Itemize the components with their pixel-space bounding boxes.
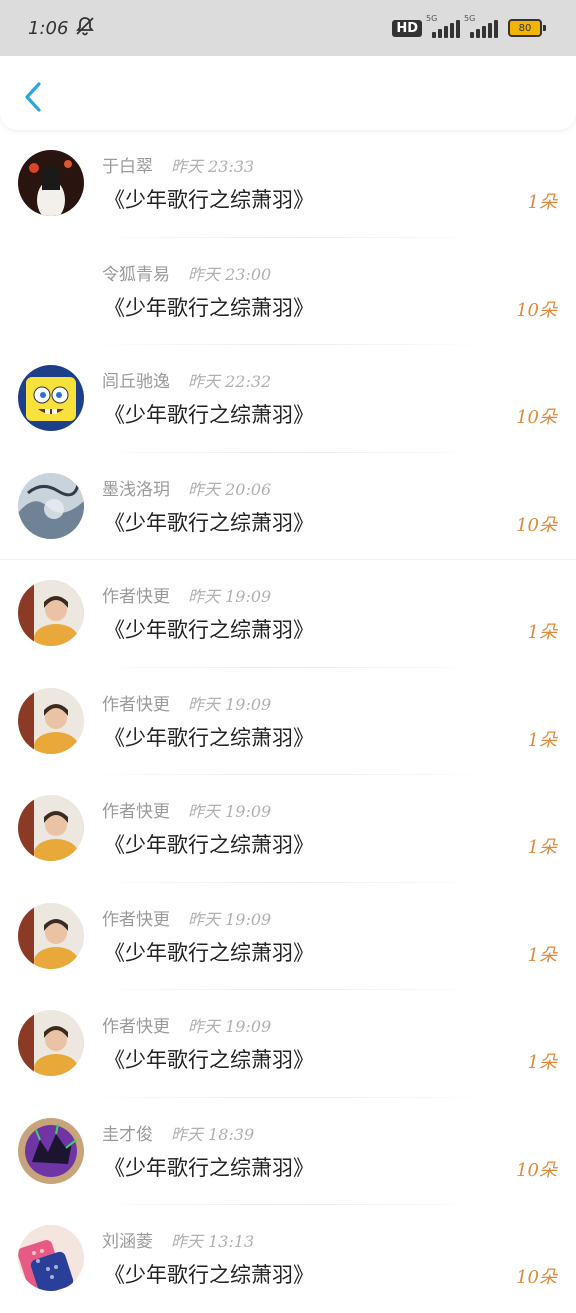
- timestamp: 昨天 19:09: [188, 694, 272, 714]
- book-title: 《少年歌行之综萧羽》: [104, 725, 314, 750]
- avatar[interactable]: [18, 580, 84, 646]
- battery-icon: 80: [508, 19, 546, 37]
- user-name: 作者快更: [102, 1017, 170, 1037]
- list-item[interactable]: 于白翠 昨天 23:33 《少年歌行之综萧羽》 1朵: [0, 130, 576, 238]
- avatar[interactable]: [18, 687, 84, 754]
- status-right: HD 5G 5G 80: [392, 14, 546, 38]
- timestamp: 昨天 19:09: [188, 802, 272, 821]
- list-item[interactable]: 作者快更 昨天 19:09 《少年歌行之综萧羽》 1朵: [0, 990, 576, 1098]
- name-line: 闾丘驰逸 昨天 22:32: [102, 367, 271, 392]
- user-name: 闾丘驰逸: [102, 372, 170, 392]
- avatar[interactable]: [18, 1117, 84, 1184]
- user-name: 圭才俊: [102, 1124, 153, 1145]
- back-button[interactable]: [16, 76, 50, 118]
- avatar[interactable]: [18, 365, 84, 431]
- avatar[interactable]: [18, 1010, 84, 1076]
- flower-count: 10朵: [516, 407, 557, 428]
- timestamp: 昨天 23:00: [188, 264, 272, 284]
- timestamp: 昨天 19:09: [188, 909, 272, 929]
- avatar[interactable]: [18, 1225, 84, 1291]
- list-item[interactable]: 令狐青易 昨天 23:00 《少年歌行之综萧羽》 10朵: [0, 238, 576, 345]
- flower-count: 1朵: [527, 837, 557, 858]
- name-line: 令狐青易 昨天 23:00: [102, 260, 271, 285]
- book-title: 《少年歌行之综萧羽》: [104, 403, 314, 427]
- list-item[interactable]: 作者快更 昨天 19:09 《少年歌行之综萧羽》 1朵: [0, 668, 576, 775]
- name-line: 作者快更 昨天 19:09: [102, 1012, 271, 1037]
- book-title: 《少年歌行之综萧羽》: [104, 1048, 314, 1072]
- avatar[interactable]: [18, 795, 84, 861]
- flower-count: 10朵: [516, 299, 557, 321]
- status-left: 1:06: [28, 15, 96, 41]
- avatar[interactable]: [18, 902, 84, 969]
- flower-count: 1朵: [527, 729, 557, 751]
- book-title: 《少年歌行之综萧羽》: [104, 510, 314, 535]
- user-name: 刘涵菱: [102, 1232, 153, 1252]
- chevron-left-icon: [25, 82, 41, 112]
- user-name: 作者快更: [102, 587, 170, 607]
- network-type-label: 5G: [426, 14, 438, 23]
- network-type-label-2: 5G: [464, 14, 476, 23]
- gift-record-list: 于白翠 昨天 23:33 《少年歌行之综萧羽》 1朵 令狐青易 昨天 23:00…: [0, 130, 576, 1313]
- list-item[interactable]: 作者快更 昨天 19:09 《少年歌行之综萧羽》 1朵: [0, 560, 576, 668]
- book-title: 《少年歌行之综萧羽》: [104, 618, 314, 642]
- flower-count: 10朵: [516, 1267, 557, 1288]
- flower-count: 10朵: [516, 1159, 557, 1181]
- top-app-bar: [0, 56, 576, 130]
- timestamp: 昨天 23:33: [171, 157, 255, 176]
- book-title: 《少年歌行之综萧羽》: [104, 1155, 314, 1180]
- list-item[interactable]: 作者快更 昨天 19:09 《少年歌行之综萧羽》 1朵: [0, 775, 576, 883]
- user-name: 墨浅洛玥: [102, 479, 170, 500]
- user-name: 作者快更: [102, 909, 170, 930]
- hd-badge: HD: [392, 19, 422, 37]
- user-name: 作者快更: [102, 802, 170, 822]
- list-item[interactable]: 圭才俊 昨天 18:39 《少年歌行之综萧羽》 10朵: [0, 1098, 576, 1205]
- timestamp: 昨天 20:06: [188, 479, 272, 499]
- book-title: 《少年歌行之综萧羽》: [104, 295, 314, 320]
- mute-bell-icon: [74, 15, 96, 41]
- name-line: 作者快更 昨天 19:09: [102, 905, 271, 930]
- signal-icon: 5G: [426, 14, 460, 38]
- book-title: 《少年歌行之综萧羽》: [104, 833, 314, 857]
- flower-count: 1朵: [527, 1052, 557, 1073]
- timestamp: 昨天 22:32: [188, 372, 272, 391]
- flower-count: 1朵: [527, 192, 557, 213]
- user-name: 令狐青易: [102, 264, 170, 285]
- name-line: 圭才俊 昨天 18:39: [102, 1120, 254, 1145]
- flower-count: 1朵: [527, 944, 557, 966]
- list-item[interactable]: 闾丘驰逸 昨天 22:32 《少年歌行之综萧羽》 10朵: [0, 345, 576, 453]
- user-name: 于白翠: [102, 157, 153, 177]
- name-line: 作者快更 昨天 19:09: [102, 690, 271, 715]
- avatar[interactable]: [18, 472, 84, 539]
- name-line: 刘涵菱 昨天 13:13: [102, 1227, 254, 1252]
- book-title: 《少年歌行之综萧羽》: [104, 940, 314, 965]
- status-bar: 1:06 HD 5G 5G 80: [0, 0, 576, 56]
- avatar[interactable]: [18, 150, 84, 216]
- list-item[interactable]: 墨浅洛玥 昨天 20:06 《少年歌行之综萧羽》 10朵: [0, 453, 576, 560]
- timestamp: 昨天 18:39: [171, 1124, 255, 1144]
- book-title: 《少年歌行之综萧羽》: [104, 188, 314, 212]
- name-line: 作者快更 昨天 19:09: [102, 797, 271, 822]
- timestamp: 昨天 19:09: [188, 587, 272, 606]
- status-time: 1:06: [28, 17, 69, 39]
- flower-count: 1朵: [527, 622, 557, 643]
- name-line: 于白翠 昨天 23:33: [102, 152, 254, 177]
- timestamp: 昨天 13:13: [171, 1232, 255, 1251]
- flower-count: 10朵: [516, 514, 557, 536]
- user-name: 作者快更: [102, 694, 170, 715]
- name-line: 墨浅洛玥 昨天 20:06: [102, 475, 271, 500]
- signal-icon-2: 5G: [464, 14, 498, 38]
- list-item[interactable]: 刘涵菱 昨天 13:13 《少年歌行之综萧羽》 10朵: [0, 1205, 576, 1313]
- battery-level: 80: [518, 22, 532, 34]
- book-title: 《少年歌行之综萧羽》: [104, 1263, 314, 1287]
- list-item[interactable]: 作者快更 昨天 19:09 《少年歌行之综萧羽》 1朵: [0, 883, 576, 990]
- name-line: 作者快更 昨天 19:09: [102, 582, 271, 607]
- timestamp: 昨天 19:09: [188, 1017, 272, 1036]
